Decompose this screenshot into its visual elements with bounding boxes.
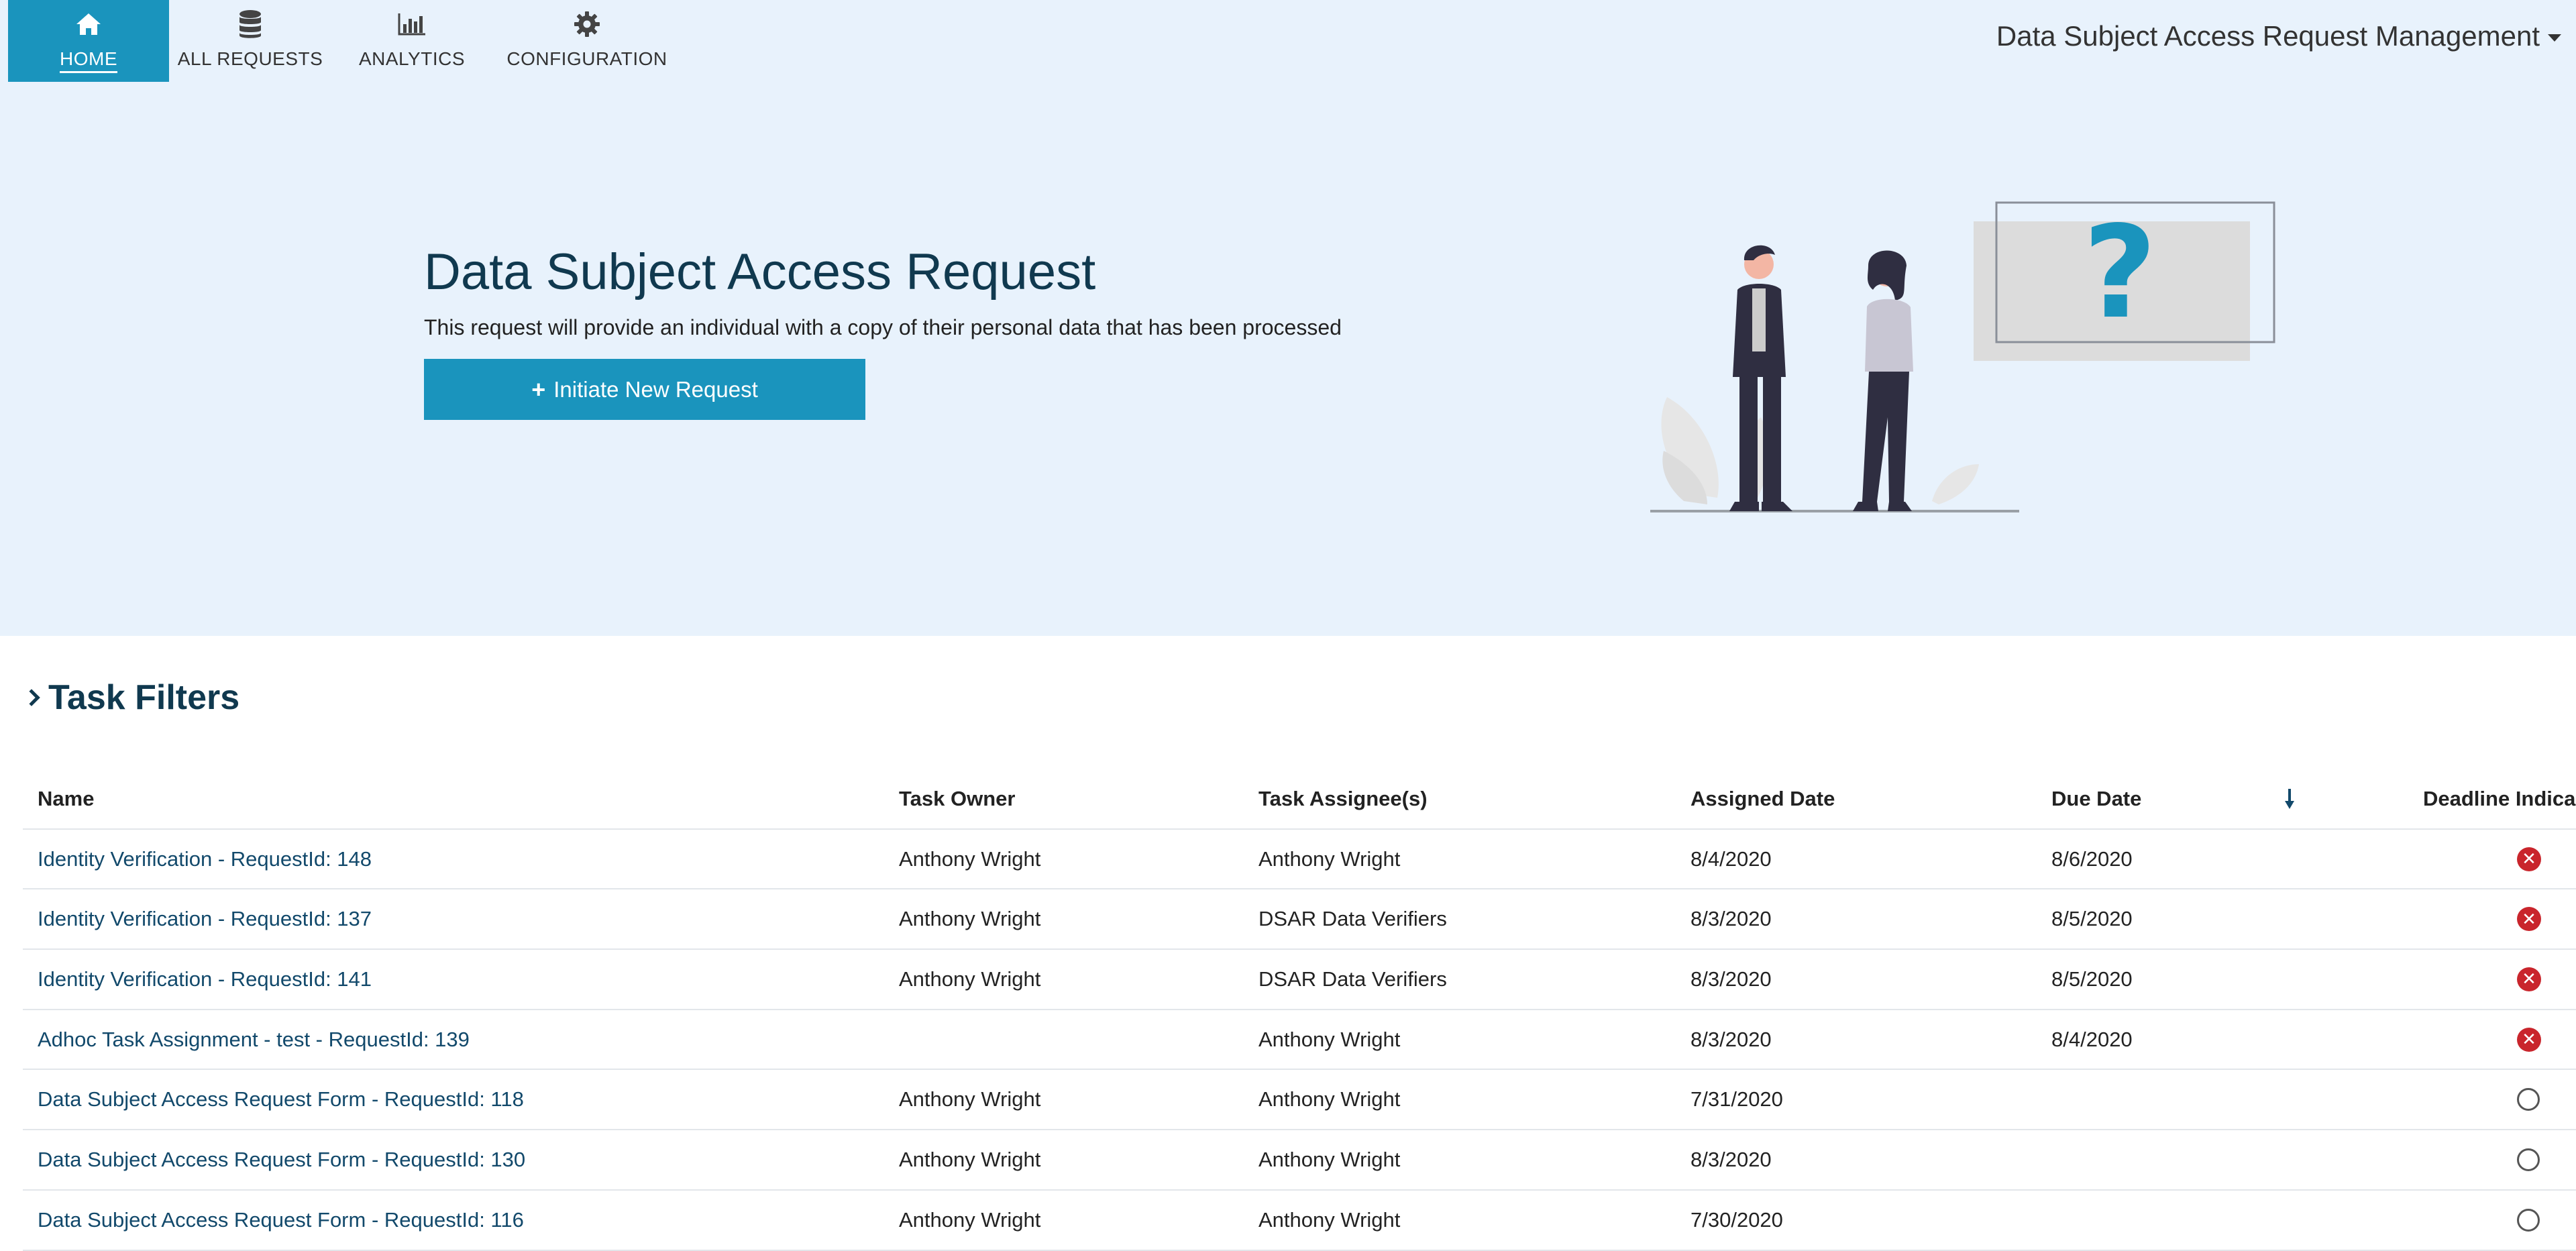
- table-row: Data Subject Access Request Form - Reque…: [23, 1070, 2576, 1131]
- nav-all-requests[interactable]: ALL REQUESTS: [177, 0, 323, 82]
- task-assignee: Anthony Wright: [1258, 1207, 1401, 1232]
- svg-text:?: ?: [2083, 199, 2157, 347]
- task-assignee: Anthony Wright: [1258, 1087, 1401, 1111]
- due-date: 8/6/2020: [2051, 847, 2133, 871]
- assigned-date: 8/3/2020: [1690, 1147, 1772, 1171]
- nav-home-label: HOME: [60, 48, 117, 73]
- app-switcher-dropdown[interactable]: Data Subject Access Request Management: [1996, 20, 2561, 52]
- task-name-link[interactable]: Data Subject Access Request Form - Reque…: [38, 1070, 524, 1129]
- nav-all-requests-label: ALL REQUESTS: [177, 48, 323, 69]
- table-row: Adhoc Task Assignment - test - RequestId…: [23, 1010, 2576, 1071]
- nav-configuration[interactable]: CONFIGURATION: [502, 0, 672, 82]
- assigned-date: 7/30/2020: [1690, 1207, 1783, 1232]
- initiate-new-request-label: Initiate New Request: [553, 376, 758, 402]
- assigned-date: 7/31/2020: [1690, 1087, 1783, 1111]
- page-description: This request will provide an individual …: [424, 315, 1342, 339]
- task-name-link[interactable]: Identity Verification - RequestId: 141: [38, 950, 372, 1009]
- task-name-link[interactable]: Identity Verification - RequestId: 137: [38, 889, 372, 948]
- home-icon: [75, 7, 102, 42]
- top-navigation: HOME ALL REQUESTS ANALYTICS CONFIGURATIO…: [0, 0, 2576, 82]
- deadline-empty-circle-icon: [2517, 1191, 2540, 1250]
- due-date: 8/5/2020: [2051, 967, 2133, 991]
- deadline-overdue-icon: ✕: [2517, 1010, 2541, 1069]
- plus-icon: +: [531, 375, 546, 403]
- task-assignee: Anthony Wright: [1258, 847, 1401, 871]
- task-assignee: DSAR Data Verifiers: [1258, 967, 1447, 991]
- table-row: Identity Verification - RequestId: 141 A…: [23, 950, 2576, 1010]
- due-date: 8/4/2020: [2051, 1027, 2133, 1051]
- table-row: Data Subject Access Request Form - Reque…: [23, 1191, 2576, 1251]
- database-icon: [238, 7, 262, 42]
- assigned-date: 8/3/2020: [1690, 967, 1772, 991]
- task-name-link[interactable]: Data Subject Access Request Form - Reque…: [38, 1130, 525, 1189]
- page-title: Data Subject Access Request: [424, 243, 1096, 301]
- column-header-assigned-date[interactable]: Assigned Date: [1690, 769, 1835, 828]
- gear-icon: [574, 7, 600, 42]
- deadline-overdue-icon: ✕: [2517, 889, 2541, 948]
- task-assignee: DSAR Data Verifiers: [1258, 907, 1447, 931]
- task-name-link[interactable]: Data Subject Access Request Form - Reque…: [38, 1191, 524, 1250]
- table-row: Data Subject Access Request Form - Reque…: [23, 1130, 2576, 1191]
- chevron-down-icon: [2548, 34, 2561, 42]
- task-owner: Anthony Wright: [899, 1087, 1041, 1111]
- task-name-link[interactable]: Adhoc Task Assignment - test - RequestId…: [38, 1010, 470, 1069]
- task-owner: Anthony Wright: [899, 1147, 1041, 1171]
- table-row: Identity Verification - RequestId: 148 A…: [23, 830, 2576, 890]
- table-header-row: Name Task Owner Task Assignee(s) Assigne…: [23, 769, 2576, 830]
- task-owner: Anthony Wright: [899, 967, 1041, 991]
- due-date: 8/5/2020: [2051, 907, 2133, 931]
- hero-banner: Data Subject Access Request This request…: [0, 82, 2576, 636]
- table-row: Identity Verification - RequestId: 137 A…: [23, 889, 2576, 950]
- tasks-table: Name Task Owner Task Assignee(s) Assigne…: [23, 769, 2576, 1251]
- assigned-date: 8/3/2020: [1690, 1027, 1772, 1051]
- deadline-empty-circle-icon: [2517, 1130, 2540, 1189]
- task-assignee: Anthony Wright: [1258, 1147, 1401, 1171]
- deadline-overdue-icon: ✕: [2517, 950, 2541, 1009]
- deadline-empty-circle-icon: [2517, 1070, 2540, 1129]
- assigned-date: 8/4/2020: [1690, 847, 1772, 871]
- column-header-task-assignee[interactable]: Task Assignee(s): [1258, 769, 1428, 828]
- chevron-right-icon: [23, 689, 40, 706]
- initiate-new-request-button[interactable]: + Initiate New Request: [424, 359, 865, 420]
- task-owner: Anthony Wright: [899, 907, 1041, 931]
- column-header-deadline-indicator[interactable]: Deadline Indica: [2423, 769, 2575, 828]
- nav-configuration-label: CONFIGURATION: [506, 48, 667, 69]
- deadline-overdue-icon: ✕: [2517, 830, 2541, 889]
- task-name-link[interactable]: Identity Verification - RequestId: 148: [38, 830, 372, 889]
- sort-descending-icon[interactable]: [2284, 769, 2296, 828]
- task-filters-toggle[interactable]: Task Filters: [23, 677, 240, 718]
- task-filters-label: Task Filters: [48, 678, 240, 717]
- task-owner: Anthony Wright: [899, 1207, 1041, 1232]
- nav-analytics[interactable]: ANALYTICS: [354, 0, 470, 82]
- people-question-illustration: ?: [1650, 199, 2275, 512]
- nav-home[interactable]: HOME: [8, 0, 169, 82]
- app-title: Data Subject Access Request Management: [1996, 20, 2540, 52]
- column-header-due-date[interactable]: Due Date: [2051, 769, 2141, 828]
- assigned-date: 8/3/2020: [1690, 907, 1772, 931]
- nav-analytics-label: ANALYTICS: [358, 48, 466, 69]
- task-assignee: Anthony Wright: [1258, 1027, 1401, 1051]
- column-header-name[interactable]: Name: [38, 769, 94, 828]
- column-header-task-owner[interactable]: Task Owner: [899, 769, 1015, 828]
- task-owner: Anthony Wright: [899, 847, 1041, 871]
- bar-chart-icon: [397, 7, 427, 42]
